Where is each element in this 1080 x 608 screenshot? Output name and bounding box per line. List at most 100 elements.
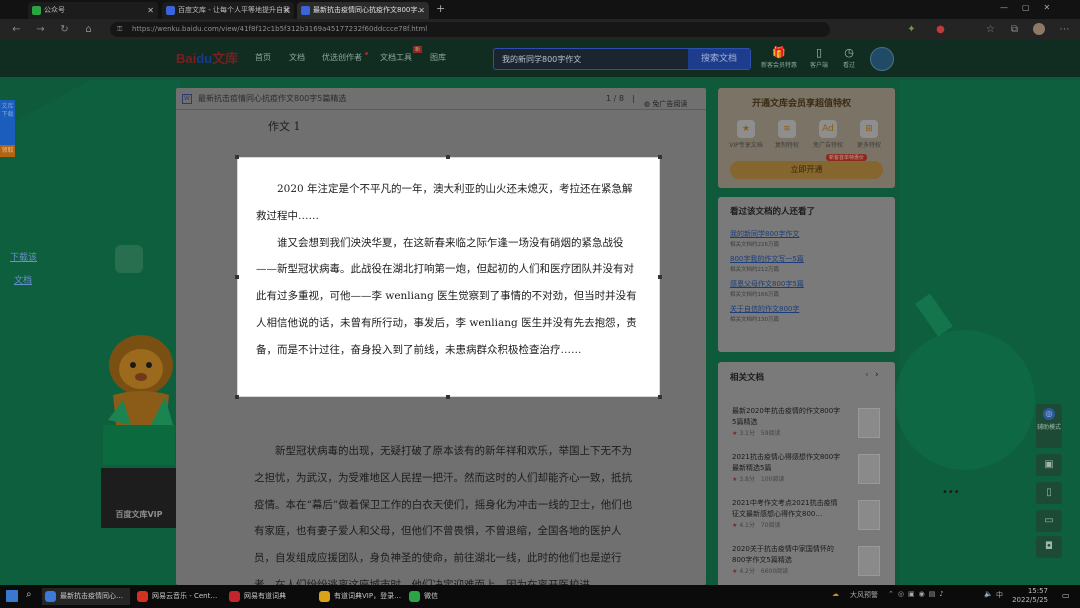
favorites-icon[interactable]: ☆ (984, 23, 997, 36)
collections-icon[interactable]: ⧉ (1008, 23, 1021, 36)
ime-indicator[interactable]: 中 (996, 590, 1003, 600)
tray-icons[interactable]: ⌃◎▣◉▤♪ (888, 590, 948, 598)
baidu-wenku-logo[interactable]: Baidu文库 (176, 48, 238, 67)
related-item[interactable]: 最新2020年抗击疫情的作文800字5篇精选 ★ 3.1分 59阅读 (732, 406, 842, 439)
taskbar-app-edge[interactable]: 最新抗击疫情同心… (42, 588, 130, 605)
ad-icon: Ad (819, 120, 837, 138)
new-member-offer[interactable]: 🎁 新客会员特惠 (760, 46, 798, 69)
list-item[interactable]: 关于自信的作文800字 相关文档约130万篇 (730, 304, 885, 323)
taskbar-app-netease-music[interactable]: 网易云音乐 - Cent… (134, 588, 222, 605)
chevron-left-icon[interactable]: ‹ (865, 370, 869, 380)
resize-handle[interactable] (235, 155, 239, 159)
windows-start-icon[interactable] (6, 590, 18, 602)
bag-icon[interactable]: ◘ (1036, 536, 1062, 558)
related-doc-thumbnail[interactable] (858, 500, 880, 530)
also-viewed-link[interactable]: 感恩父母作文800字5篇 (730, 279, 885, 289)
back-icon[interactable]: ← (10, 23, 23, 36)
vip-feature-more[interactable]: ⊞ 更多特权 (849, 120, 889, 149)
resize-handle[interactable] (446, 155, 450, 159)
nav-gallery[interactable]: 图库 (430, 52, 446, 63)
resize-handle[interactable] (658, 155, 662, 159)
forward-icon[interactable]: → (34, 23, 47, 36)
close-icon[interactable]: ✕ (418, 2, 425, 19)
related-item-title[interactable]: 2021中考作文考点2021抗击疫情征文最新感想心得作文800… (732, 498, 842, 520)
also-viewed-link[interactable]: 我的新同学800字作文 (730, 229, 885, 239)
ad-free-button[interactable]: ◍ 免广告阅读 (644, 93, 687, 115)
vip-feature-no-ads[interactable]: Ad 免广告特权 (808, 120, 848, 149)
search-button[interactable]: 搜索文档 (688, 49, 750, 69)
close-icon[interactable]: ✕ (147, 2, 154, 19)
related-item-title[interactable]: 2021抗击疫情心得感想作文800字最新精选5篇 (732, 452, 842, 474)
nav-creators[interactable]: 优选创作者 (322, 52, 362, 63)
resize-handle[interactable] (446, 395, 450, 399)
vip-promo-box[interactable]: 百度文库VIP (101, 468, 177, 528)
related-item[interactable]: 2021中考作文考点2021抗击疫情征文最新感想心得作文800… ★ 4.1分 … (732, 498, 842, 531)
nav-documents[interactable]: 文档 (289, 52, 305, 63)
baidu-icon (166, 6, 175, 15)
window-controls[interactable]: —▢✕ (1000, 3, 1064, 12)
also-viewed-link[interactable]: 关于自信的作文800字 (730, 304, 885, 314)
refresh-icon[interactable]: ↻ (58, 23, 71, 36)
related-item-title[interactable]: 2020关于抗击疫情中家国情怀的800字作文5篇精选 (732, 544, 842, 566)
close-icon[interactable]: ✕ (283, 2, 290, 19)
assist-mode-button[interactable]: ◎ 辅助模式 (1036, 404, 1062, 448)
nav-tools[interactable]: 文档工具 (380, 52, 412, 63)
resize-handle[interactable] (235, 395, 239, 399)
notification-icon[interactable]: ▭ (1062, 591, 1070, 600)
taskbar-app-youdao-vip[interactable]: 有道词典VIP，登录… (316, 588, 404, 605)
related-item-title[interactable]: 最新2020年抗击疫情的作文800字5篇精选 (732, 406, 842, 428)
phone-icon[interactable]: ▯ (1036, 482, 1062, 504)
resize-handle[interactable] (235, 275, 239, 279)
claim-badge[interactable]: 领取 (0, 145, 15, 157)
vip-feature-copy[interactable]: ≡ 复制特权 (767, 120, 807, 149)
new-tab-button[interactable]: + (436, 2, 445, 15)
page-indicator: 1 / 8 (606, 94, 624, 103)
history-label: 看过 (842, 62, 855, 69)
list-item[interactable]: 我的新同学800字作文 相关文档约22​6万篇 (730, 229, 885, 248)
resize-handle[interactable] (658, 395, 662, 399)
search-icon[interactable]: ⌕ (26, 589, 32, 600)
open-vip-button[interactable]: 立即开通 (730, 161, 883, 179)
resize-handle[interactable] (658, 275, 662, 279)
related-doc-thumbnail[interactable] (858, 408, 880, 438)
selected-text-region[interactable]: 2020 年注定是个不平凡的一年，澳大利亚的山火还未熄灭，考拉还在紧急解救过程中… (237, 157, 660, 397)
extension-badge-icon[interactable]: ● (934, 23, 947, 36)
related-item[interactable]: 2020关于抗击疫情中家国情怀的800字作文5篇精选 ★ 4.2分 6600阅读 (732, 544, 842, 577)
dictionary-vip-icon (319, 591, 330, 602)
user-avatar[interactable] (870, 47, 894, 71)
url-input[interactable]: ⚿ https://wenku.baidu.com/view/41f8f12c1… (110, 22, 830, 37)
tab-baidu-wenku[interactable]: 百度文库 - 让每个人平等地提升自我 ✕ (162, 2, 294, 19)
list-item[interactable]: 感恩父母作文800字5篇 相关文档约166万篇 (730, 279, 885, 298)
tab-wechat[interactable]: 公众号 ✕ (28, 2, 158, 19)
download-link[interactable]: 下载该 (10, 250, 37, 263)
history-link[interactable]: ◷ 看过 (836, 46, 862, 69)
nav-home[interactable]: 首页 (255, 52, 271, 63)
selected-paragraph: 谁又会想到我们泱泱华夏，在这新春来临之际乍逢一场没有硝烟的紧急战役——新型冠状病… (256, 236, 637, 356)
related-doc-thumbnail[interactable] (858, 546, 880, 576)
briefcase-icon[interactable]: ▣ (1036, 454, 1062, 476)
essay-heading: 作文 1 (268, 118, 301, 134)
more-dots-icon[interactable]: ••• (942, 487, 960, 498)
volume-icon[interactable]: 🔈 (984, 590, 993, 598)
chat-icon[interactable]: ▭ (1036, 510, 1062, 532)
chevron-right-icon[interactable]: › (875, 370, 879, 380)
weather-alert[interactable]: 大风预警 (850, 590, 878, 600)
document-link[interactable]: 文档 (14, 273, 32, 286)
menu-icon[interactable]: ⋯ (1058, 23, 1071, 36)
taskbar-app-youdao[interactable]: 网易有道词典 (226, 588, 312, 605)
client-download[interactable]: ▯ 客户端 (806, 46, 832, 69)
list-item[interactable]: 800字我的作文写一5篇 相关文档约212万篇 (730, 254, 885, 273)
dictionary-icon (229, 591, 240, 602)
vip-feature-exclusive[interactable]: ★ VIP专享文档 (726, 120, 766, 149)
url-text: https://wenku.baidu.com/view/41f8f12c1b5… (132, 25, 428, 33)
profile-avatar[interactable] (1033, 23, 1045, 35)
also-viewed-link[interactable]: 800字我的作文写一5篇 (730, 254, 885, 264)
tab-current-document[interactable]: 最新抗击疫情同心抗疫作文800字… ✕ (297, 2, 429, 19)
extension-icon[interactable]: ✦ (905, 23, 918, 36)
home-icon[interactable]: ⌂ (82, 23, 95, 36)
related-item[interactable]: 2021抗击疫情心得感想作文800字最新精选5篇 ★ 3.8分 100阅读 (732, 452, 842, 485)
taskbar-app-wechat[interactable]: 微信 (406, 588, 454, 605)
related-doc-thumbnail[interactable] (858, 454, 880, 484)
search-input[interactable] (494, 49, 689, 69)
clock[interactable]: 15:57 2022/5/25 (1006, 587, 1048, 605)
